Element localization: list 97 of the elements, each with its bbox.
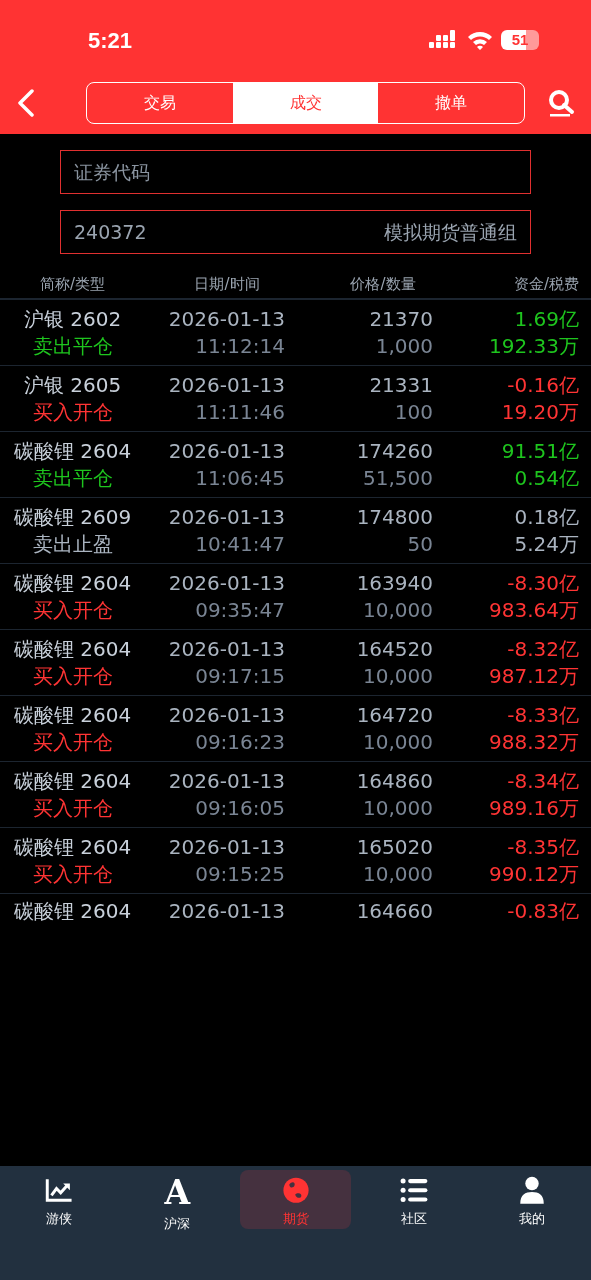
trade-type: 买入开仓: [31, 398, 114, 426]
trade-time: 11:12:14: [194, 332, 285, 360]
trade-quantity: 100: [393, 398, 433, 426]
trade-amount: -0.16亿: [506, 371, 579, 399]
trade-fee: 990.12万: [488, 860, 579, 888]
trade-amount: -8.32亿: [506, 635, 579, 663]
trade-time: 11:11:46: [194, 398, 285, 426]
trade-fee: 19.20万: [500, 398, 579, 426]
trade-price: 21331: [368, 371, 433, 399]
trade-amount: -8.33亿: [506, 701, 579, 729]
trade-amount: 91.51亿: [500, 437, 579, 465]
contract-name: 碳酸锂 2604: [12, 635, 133, 663]
tab[interactable]: 交易: [87, 83, 233, 123]
contract-name: 沪银 2605: [22, 371, 123, 399]
trade-date: 2026-01-13: [167, 305, 285, 333]
trade-type: 买入开仓: [31, 662, 114, 690]
code-input-field[interactable]: 证券代码: [60, 150, 531, 194]
trade-date: 2026-01-13: [167, 569, 285, 597]
account-number: 240372: [74, 219, 147, 245]
nav-tab[interactable]: A 沪深: [122, 1170, 233, 1229]
trade-quantity: 10,000: [362, 860, 433, 888]
nav-tab[interactable]: 我的: [476, 1170, 587, 1229]
trade-quantity: 10,000: [362, 662, 433, 690]
trade-amount: -8.34亿: [506, 767, 579, 795]
tab[interactable]: 撤单: [378, 83, 524, 123]
trade-time: 11:06:45: [194, 464, 285, 492]
contract-name: 碳酸锂 2604: [12, 701, 133, 729]
contract-name: 碳酸锂 2604: [12, 437, 133, 465]
trade-date: 2026-01-13: [167, 503, 285, 531]
column-header: 简称/类型: [38, 273, 107, 295]
trade-date: 2026-01-13: [167, 635, 285, 663]
trade-fee: 983.64万: [488, 596, 579, 624]
trade-price: 21370: [368, 305, 433, 333]
trade-time: 10:41:47: [194, 530, 285, 558]
trade-fee: 989.16万: [488, 794, 579, 822]
trade-quantity: 1,000: [374, 332, 433, 360]
trade-price: 164520: [355, 635, 433, 663]
trade-type: 卖出平仓: [31, 332, 114, 360]
trade-date: 2026-01-13: [167, 701, 285, 729]
trade-type: 买入开仓: [31, 860, 114, 888]
trade-quantity: 51,500: [362, 464, 433, 492]
contract-name: 碳酸锂 2609: [12, 503, 133, 531]
battery-icon: 51: [501, 30, 539, 50]
column-header: 日期/时间: [193, 273, 261, 295]
trade-time: 09:17:15: [194, 662, 285, 690]
trade-price: 164660: [355, 898, 433, 925]
trade-amount: -8.30亿: [506, 569, 579, 597]
contract-name: 碳酸锂 2604: [12, 833, 133, 861]
contract-name: 碳酸锂 2604: [12, 898, 133, 925]
trade-type: 买入开仓: [31, 728, 114, 756]
trade-time: 09:16:23: [194, 728, 285, 756]
column-header: 价格/数量: [349, 273, 417, 295]
status-time: 5:21: [88, 26, 133, 55]
trade-type: 卖出平仓: [31, 464, 114, 492]
tab[interactable]: 成交: [232, 83, 379, 123]
letter-icon: A: [164, 1176, 191, 1210]
trade-date: 2026-01-13: [167, 371, 285, 399]
contract-name: 碳酸锂 2604: [12, 767, 133, 795]
trade-price: 164860: [355, 767, 433, 795]
trade-fee: 5.24万: [513, 530, 579, 558]
trade-type: 买入开仓: [31, 794, 114, 822]
trade-type: 买入开仓: [31, 596, 114, 624]
account-field[interactable]: 240372 模拟期货普通组: [60, 210, 531, 254]
trade-date: 2026-01-13: [167, 767, 285, 795]
trade-quantity: 10,000: [362, 596, 433, 624]
trade-amount: 1.69亿: [513, 305, 579, 333]
trade-amount: -8.35亿: [506, 833, 579, 861]
trade-quantity: 10,000: [362, 728, 433, 756]
trade-price: 174800: [355, 503, 433, 531]
nav-tab[interactable]: 社区: [358, 1170, 469, 1229]
wifi-icon: [467, 30, 493, 50]
trade-amount: 0.18亿: [513, 503, 579, 531]
back-icon[interactable]: [16, 89, 36, 117]
trade-quantity: 10,000: [362, 794, 433, 822]
trade-date: 2026-01-13: [167, 437, 285, 465]
trade-date: 2026-01-13: [167, 833, 285, 861]
column-header: 资金/税费: [512, 273, 579, 295]
trade-fee: 987.12万: [488, 662, 579, 690]
account-group: 模拟期货普通组: [384, 217, 517, 247]
trade-fee: 192.33万: [488, 332, 579, 360]
nav-tab[interactable]: 游侠: [4, 1170, 115, 1229]
trade-time: 09:35:47: [194, 596, 285, 624]
trade-time: 09:15:25: [194, 860, 285, 888]
trade-fee: 0.54亿: [513, 464, 579, 492]
contract-name: 碳酸锂 2604: [12, 569, 133, 597]
contract-name: 沪银 2602: [22, 305, 123, 333]
trade-type: 卖出止盈: [31, 530, 114, 558]
trade-amount: -0.83亿: [506, 898, 579, 925]
trade-price: 165020: [355, 833, 433, 861]
trade-price: 163940: [355, 569, 433, 597]
trade-date: 2026-01-13: [167, 898, 285, 925]
trade-time: 09:16:05: [194, 794, 285, 822]
trade-fee: 988.32万: [488, 728, 579, 756]
trade-price: 174260: [355, 437, 433, 465]
search-icon[interactable]: [547, 89, 575, 117]
trade-price: 164720: [355, 701, 433, 729]
trade-quantity: 50: [406, 530, 433, 558]
